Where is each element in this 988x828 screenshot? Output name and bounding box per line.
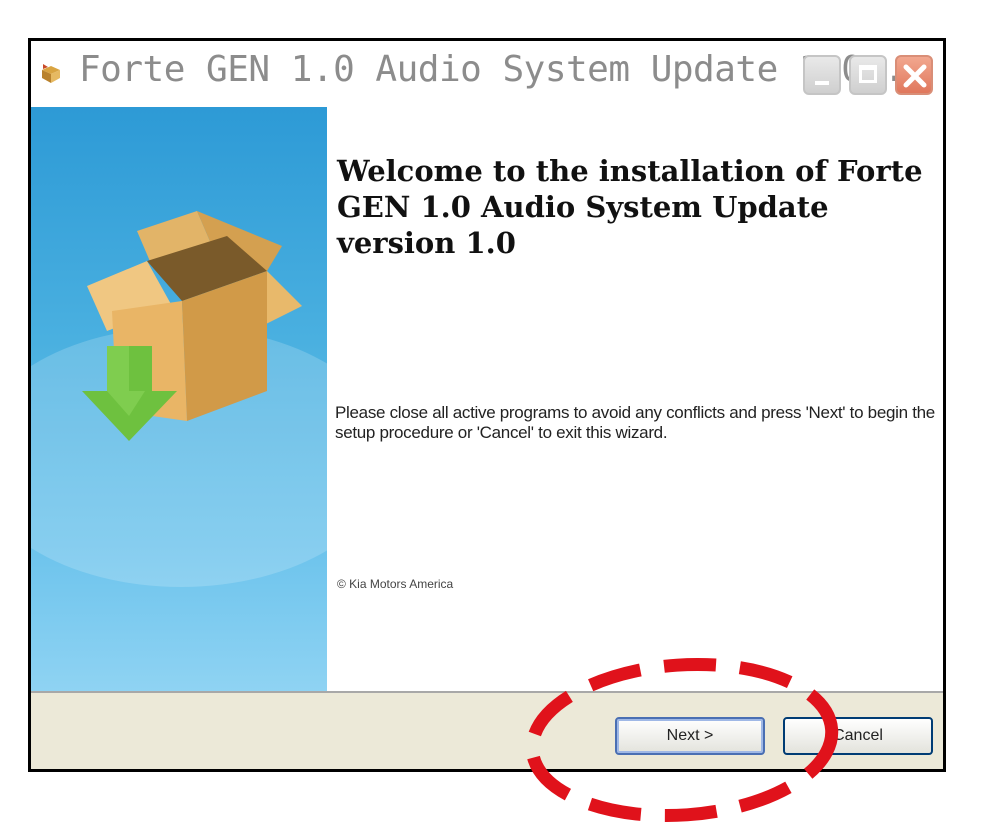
maximize-button[interactable] bbox=[849, 55, 887, 95]
copyright-text: © Kia Motors America bbox=[337, 577, 454, 591]
close-icon bbox=[903, 64, 927, 88]
title-bar[interactable]: Forte GEN 1.0 Audio System Update 1.0... bbox=[31, 41, 943, 107]
wizard-sidebar bbox=[31, 107, 327, 691]
minimize-button[interactable] bbox=[803, 55, 841, 95]
app-box-icon bbox=[42, 64, 60, 83]
minimize-icon bbox=[815, 81, 829, 85]
installer-box-icon bbox=[82, 211, 302, 441]
close-button[interactable] bbox=[895, 55, 933, 95]
instructions-text: Please close all active programs to avoi… bbox=[335, 403, 935, 442]
window-title: Forte GEN 1.0 Audio System Update 1.0... bbox=[79, 49, 926, 90]
next-button[interactable]: Next > bbox=[615, 717, 765, 755]
maximize-icon bbox=[859, 65, 877, 83]
button-bar: Next > Cancel bbox=[31, 691, 943, 769]
wizard-content: Welcome to the installation of Forte GEN… bbox=[327, 107, 943, 691]
cancel-button[interactable]: Cancel bbox=[783, 717, 933, 755]
installer-window: Forte GEN 1.0 Audio System Update 1.0... bbox=[28, 38, 946, 772]
welcome-heading: Welcome to the installation of Forte GEN… bbox=[337, 154, 923, 260]
